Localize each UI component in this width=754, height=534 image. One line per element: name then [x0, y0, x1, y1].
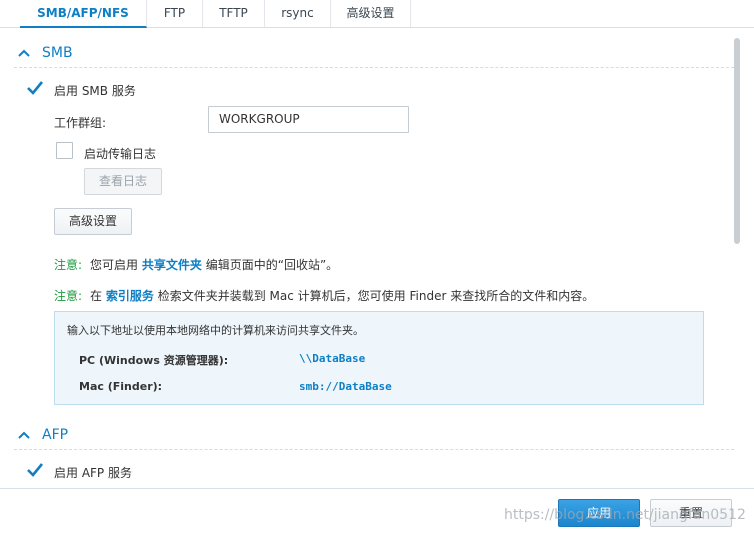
footer-bar: 应用 重置 https://blog.csdn.net/jiangfan0512 [0, 488, 754, 534]
view-log-button[interactable]: 查看日志 [84, 168, 162, 195]
chevron-up-icon [18, 49, 30, 57]
note-tag: 注意: [54, 258, 83, 272]
tab-rsync[interactable]: rsync [265, 0, 331, 27]
pc-address-label: PC (Windows 资源管理器): [79, 354, 229, 367]
afp-section-title: AFP [42, 427, 69, 443]
smb-section-title: SMB [42, 45, 73, 61]
transfer-log-checkbox[interactable] [56, 142, 73, 159]
watermark-text: https://blog.csdn.net/jiangfan0512 [504, 507, 746, 523]
access-info-box: 输入以下地址以使用本地网络中的计算机来访问共享文件夹。 PC (Windows … [54, 311, 704, 405]
tab-tftp[interactable]: TFTP [203, 0, 265, 27]
chevron-up-icon [18, 431, 30, 439]
recycle-bin-note: 注意: 您可启用 共享文件夹 编辑页面中的“回收站”。 [54, 256, 338, 273]
section-divider [14, 67, 734, 68]
tab-advanced-settings[interactable]: 高级设置 [331, 0, 411, 27]
enable-smb-label: 启用 SMB 服务 [54, 84, 136, 98]
note-text: 检索文件夹并装载到 Mac 计算机后，您可使用 Finder 来查找所合的文件和… [157, 289, 595, 303]
access-info-intro: 输入以下地址以使用本地网络中的计算机来访问共享文件夹。 [67, 324, 364, 337]
workgroup-label: 工作群组: [54, 116, 107, 130]
indexing-service-link[interactable]: 索引服务 [106, 289, 154, 303]
smb-advanced-settings-button[interactable]: 高级设置 [54, 208, 132, 235]
tab-smb-afp-nfs[interactable]: SMB/AFP/NFS [20, 0, 147, 28]
transfer-log-label: 启动传输日志 [84, 147, 157, 161]
note-text: 编辑页面中的“回收站”。 [205, 258, 339, 272]
pc-address-value: \\DataBase [299, 352, 366, 365]
mac-address-label: Mac (Finder): [79, 380, 163, 393]
note-tag: 注意: [54, 289, 83, 303]
note-text: 您可启用 [90, 258, 139, 272]
tab-bar: SMB/AFP/NFS FTP TFTP rsync 高级设置 [0, 0, 754, 28]
afp-section-header[interactable]: AFP [16, 424, 68, 446]
mac-address-value: smb://DataBase [299, 380, 392, 393]
vertical-scrollbar[interactable] [734, 38, 740, 244]
smb-section-header[interactable]: SMB [16, 42, 73, 64]
section-divider [14, 449, 734, 450]
indexing-note: 注意: 在 索引服务 检索文件夹并装载到 Mac 计算机后，您可使用 Finder… [54, 287, 594, 304]
note-text: 在 [90, 289, 103, 303]
enable-afp-checkbox[interactable] [26, 461, 44, 479]
enable-afp-label: 启用 AFP 服务 [54, 466, 132, 480]
settings-panel[interactable]: SMB 启用 SMB 服务 工作群组: WORKGROUP 启动传输日志 查看日… [0, 28, 742, 488]
enable-smb-checkbox[interactable] [26, 79, 44, 97]
shared-folder-link[interactable]: 共享文件夹 [142, 258, 202, 272]
workgroup-input[interactable]: WORKGROUP [208, 106, 409, 133]
tab-ftp[interactable]: FTP [147, 0, 203, 27]
